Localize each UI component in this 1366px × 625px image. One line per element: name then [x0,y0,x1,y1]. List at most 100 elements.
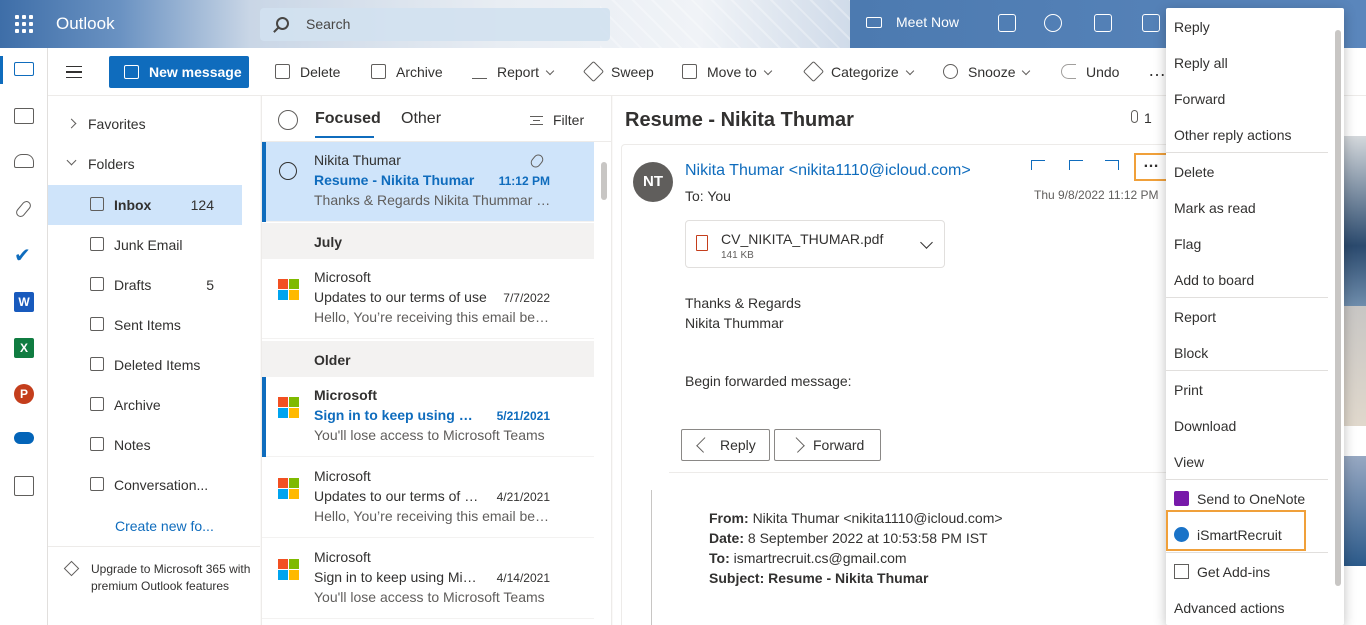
sender-avatar[interactable]: NT [633,162,673,202]
report-button[interactable]: Report [472,64,555,80]
menu-item-forward[interactable]: Forward [1174,91,1225,107]
people-icon[interactable] [14,154,34,168]
menu-item-print[interactable]: Print [1174,382,1203,398]
body-line: Thanks & Regards [685,295,801,311]
message-item[interactable]: Microsoft Updates to our terms of use 4/… [262,458,594,538]
folder-label: Drafts [114,277,152,293]
message-sender: Nikita Thumar [314,152,401,168]
more-apps-icon[interactable] [14,476,34,496]
message-item[interactable]: Microsoft Updates to our terms of use 7/… [262,259,594,339]
attachment-icon[interactable] [14,199,33,219]
forward-icon[interactable] [1105,160,1119,170]
menu-item-other-reply[interactable]: Other reply actions [1174,127,1292,143]
todo-icon[interactable]: ✔ [14,246,34,266]
folder-item-junk[interactable]: Junk Email [48,225,242,265]
menu-icon[interactable] [66,66,82,78]
folder-item-conversation[interactable]: Conversation... [48,465,242,505]
folder-item-inbox[interactable]: Inbox 124 [48,185,242,225]
skype-icon[interactable] [1044,14,1062,32]
message-list-scrollbar[interactable] [596,142,612,625]
chevron-down-icon [905,66,914,76]
group-header-july: July [262,223,594,259]
menu-item-block[interactable]: Block [1174,345,1208,361]
message-item[interactable]: Nikita Thumar Resume - Nikita Thumar 11:… [262,142,594,222]
calendar-icon[interactable] [14,108,34,124]
app-launcher-icon[interactable] [12,12,36,36]
categorize-label: Categorize [831,64,899,80]
excel-icon[interactable]: X [14,338,34,358]
fwd-to: ismartrecruit.cs@gmail.com [733,550,907,566]
folder-item-drafts[interactable]: Drafts 5 [48,265,242,305]
junk-icon [90,237,104,251]
label: To: [709,550,730,566]
app-title[interactable]: Outlook [56,14,115,34]
upgrade-banner[interactable]: Upgrade to Microsoft 365 with premium Ou… [48,546,260,625]
snooze-button[interactable]: Snooze [943,64,1031,80]
menu-item-reply-all[interactable]: Reply all [1174,55,1228,71]
onedrive-icon[interactable] [14,432,34,444]
menu-item-view[interactable]: View [1174,454,1204,470]
scrollbar-thumb[interactable] [1335,30,1341,586]
select-radio[interactable] [279,162,297,180]
apps-icon[interactable] [998,14,1016,32]
tag-icon [802,60,825,83]
folders-section[interactable]: Folders [48,144,248,184]
tab-other[interactable]: Other [401,110,441,128]
mail-icon[interactable] [14,62,34,76]
folder-item-archive[interactable]: Archive [48,385,242,425]
meet-now-button[interactable]: Meet Now [866,14,959,30]
more-actions-button[interactable]: … [1134,153,1168,181]
attachment-count[interactable]: 1 [1131,110,1152,126]
menu-item-send-onenote[interactable]: Send to OneNote [1174,491,1305,507]
reply-all-icon[interactable] [1069,160,1083,170]
message-subject: Sign in to keep using Microsoft [314,407,479,423]
search-box[interactable]: Search [260,8,610,41]
reply-button[interactable]: Reply [681,429,770,461]
message-title: Resume - Nikita Thumar [625,109,854,131]
attachment-card[interactable]: CV_NIKITA_THUMAR.pdf 141 KB [685,220,945,268]
menu-label: Get Add-ins [1197,564,1271,580]
chevron-down-icon[interactable] [920,236,933,249]
menu-item-get-addins[interactable]: Get Add-ins [1174,564,1270,580]
folder-item-sent[interactable]: Sent Items [48,305,242,345]
feedback-icon[interactable] [1142,14,1160,32]
select-all-icon[interactable] [278,110,298,130]
sender-name[interactable]: Nikita Thumar <nikita1110@icloud.com> [685,162,971,180]
new-message-button[interactable]: New message [109,56,249,88]
menu-item-download[interactable]: Download [1174,418,1236,434]
message-sender: Microsoft [314,468,371,484]
folder-item-deleted[interactable]: Deleted Items [48,345,242,385]
filter-button[interactable]: Filter [530,112,584,128]
message-item[interactable]: Microsoft Sign in to keep using Microsof… [262,539,594,619]
sweep-button[interactable]: Sweep [582,60,654,83]
menu-item-report[interactable]: Report [1174,309,1216,325]
report-label: Report [497,64,540,80]
reply-icon[interactable] [1031,160,1045,170]
menu-item-flag[interactable]: Flag [1174,236,1201,252]
forward-icon [789,437,805,453]
powerpoint-icon[interactable]: P [14,384,34,404]
menu-item-mark-read[interactable]: Mark as read [1174,200,1256,216]
attachment-name: CV_NIKITA_THUMAR.pdf [721,231,884,247]
move-to-button[interactable]: Move to [682,64,773,80]
undo-button[interactable]: Undo [1061,64,1119,80]
tab-focused[interactable]: Focused [315,110,381,138]
scrollbar-thumb[interactable] [601,162,607,200]
message-item[interactable]: Microsoft Sign in to keep using Microsof… [262,377,594,457]
menu-item-delete[interactable]: Delete [1174,164,1214,180]
menu-item-reply[interactable]: Reply [1174,19,1210,35]
folder-item-notes[interactable]: Notes [48,425,242,465]
more-commands-button[interactable]: … [1148,60,1166,81]
menu-item-add-board[interactable]: Add to board [1174,272,1254,288]
delete-button[interactable]: Delete [275,64,340,80]
archive-button[interactable]: Archive [371,64,443,80]
menu-scrollbar[interactable] [1332,8,1344,625]
word-icon[interactable]: W [14,292,34,312]
forward-button[interactable]: Forward [774,429,881,461]
favorites-section[interactable]: Favorites [48,104,248,144]
categorize-button[interactable]: Categorize [802,60,914,83]
create-folder-link[interactable]: Create new fo... [115,518,214,534]
message-date: 4/14/2021 [496,571,550,585]
menu-item-advanced[interactable]: Advanced actions [1174,600,1285,616]
teams-icon[interactable] [1094,14,1112,32]
